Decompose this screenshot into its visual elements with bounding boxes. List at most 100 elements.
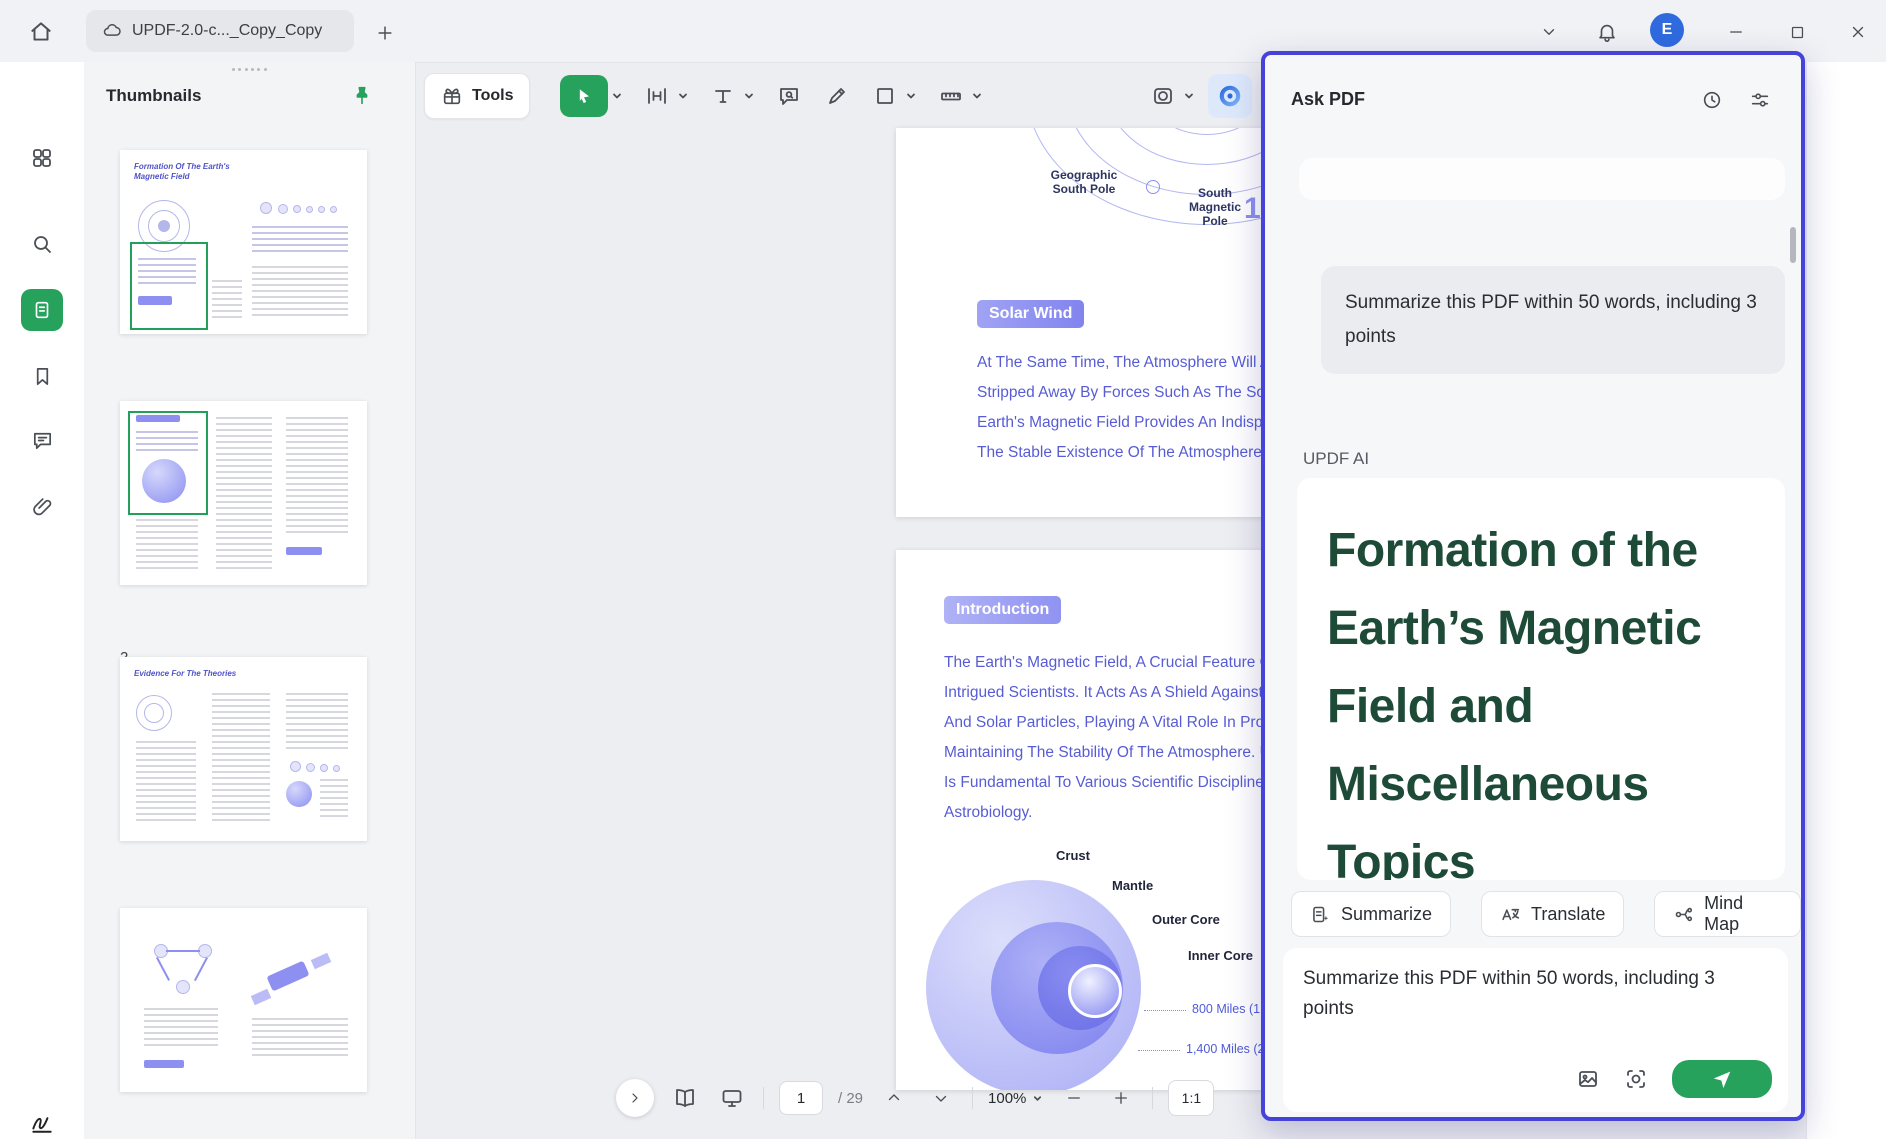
- toolbar: Tools: [424, 72, 1252, 120]
- previous-message-bubble: [1299, 158, 1785, 200]
- edit-text-dropdown[interactable]: [676, 89, 690, 103]
- zoom-in-button[interactable]: [1105, 1082, 1137, 1114]
- page-total-label: / 29: [838, 1090, 863, 1107]
- bottom-bar: / 29 100% 1:1: [616, 1076, 1214, 1120]
- expand-panel-button[interactable]: [616, 1079, 654, 1117]
- attach-image-button[interactable]: [1576, 1067, 1600, 1091]
- history-button[interactable]: [1697, 85, 1727, 115]
- comments-button[interactable]: [18, 416, 66, 464]
- highlight-tool-button[interactable]: [820, 79, 854, 113]
- signature-button[interactable]: [18, 1098, 66, 1139]
- add-text-dropdown[interactable]: [742, 89, 756, 103]
- ai-response-card: Formation of the Earth’s Magnetic Field …: [1297, 478, 1785, 880]
- bookmarks-button[interactable]: [18, 352, 66, 400]
- edit-text-tool-button[interactable]: [640, 79, 674, 113]
- input-actions: [1576, 1060, 1772, 1098]
- ask-input[interactable]: Summarize this PDF within 50 words, incl…: [1303, 964, 1768, 1024]
- previous-page-button[interactable]: [878, 1082, 910, 1114]
- page1-body-line: At The Same Time, The Atmosphere Will Al…: [977, 354, 1281, 372]
- mind-map-chip[interactable]: Mind Map: [1654, 891, 1801, 937]
- page1-body-line: Stripped Away By Forces Such As The Sola: [977, 384, 1277, 402]
- new-tab-button[interactable]: [372, 20, 398, 46]
- minimize-button[interactable]: [1720, 16, 1752, 48]
- send-button[interactable]: [1672, 1060, 1772, 1098]
- actual-size-button[interactable]: 1:1: [1168, 1080, 1214, 1116]
- ai-assistant-button[interactable]: [1208, 74, 1252, 118]
- thumbnail-page-3[interactable]: Evidence For The Theories: [120, 657, 367, 841]
- page-number-input[interactable]: [779, 1081, 823, 1115]
- thumbnail-page-4[interactable]: [120, 908, 367, 1092]
- mantle-label: Mantle: [1112, 878, 1153, 893]
- translate-icon: [1500, 904, 1521, 925]
- settings-button[interactable]: [1745, 85, 1775, 115]
- ai-sender-label: UPDF AI: [1303, 449, 1369, 469]
- zoom-out-button[interactable]: [1058, 1082, 1090, 1114]
- chevron-down-icon: [932, 1089, 950, 1107]
- thumbnail-page-2[interactable]: [120, 401, 367, 585]
- maximize-button[interactable]: [1781, 16, 1813, 48]
- thumbnail-page-1[interactable]: Formation Of The Earth's Magnetic Field: [120, 150, 367, 334]
- next-page-button[interactable]: [925, 1082, 957, 1114]
- presentation-button[interactable]: [716, 1082, 748, 1114]
- panel-drag-handle[interactable]: [232, 68, 268, 78]
- geographic-south-pole-label: Geographic South Pole: [1036, 168, 1132, 196]
- snapshot-dropdown[interactable]: [1182, 89, 1196, 103]
- all-tools-button[interactable]: [18, 134, 66, 182]
- thumbnail-1-title: Formation Of The Earth's Magnetic Field: [134, 162, 246, 182]
- zoom-level-label: 100%: [988, 1090, 1026, 1107]
- measure-label-2: 1,400 Miles (2: [1186, 1042, 1265, 1056]
- avatar-initial: E: [1662, 21, 1673, 39]
- shapes-dropdown[interactable]: [904, 89, 918, 103]
- comment-tool-button[interactable]: [772, 79, 806, 113]
- measure-label-1: 800 Miles (1,3: [1192, 1002, 1271, 1016]
- updf-app-window: UPDF-2.0-c..._Copy_Copy E: [0, 0, 1886, 1139]
- open-book-icon: [673, 1086, 697, 1110]
- search-button[interactable]: [18, 220, 66, 268]
- attachments-button[interactable]: [18, 483, 66, 531]
- zoom-level-dropdown[interactable]: 100%: [988, 1090, 1043, 1107]
- toolbox-icon: [441, 85, 463, 107]
- ruler-icon: [939, 84, 963, 108]
- shapes-tool-button[interactable]: [868, 79, 902, 113]
- pole-marker: [1146, 180, 1160, 194]
- avatar[interactable]: E: [1650, 13, 1684, 47]
- pin-panel-button[interactable]: [346, 80, 378, 112]
- summarize-chip-label: Summarize: [1341, 904, 1432, 925]
- thumbnail-3-title: Evidence For The Theories: [134, 669, 274, 679]
- thumbnails-panel: Thumbnails Formation Of The Earth's Magn…: [84, 62, 416, 1139]
- maximize-icon: [1789, 24, 1806, 41]
- snapshot-tool-button[interactable]: [1146, 79, 1180, 113]
- tabs-dropdown-button[interactable]: [1533, 16, 1565, 48]
- ask-pdf-title: Ask PDF: [1291, 89, 1365, 110]
- search-icon: [30, 232, 54, 256]
- thumbnails-panel-button[interactable]: [21, 289, 63, 331]
- home-icon: [28, 19, 54, 45]
- document-tab[interactable]: UPDF-2.0-c..._Copy_Copy: [86, 10, 354, 52]
- add-text-tool-button[interactable]: [706, 79, 740, 113]
- home-button[interactable]: [24, 15, 58, 49]
- select-tool-dropdown[interactable]: [610, 89, 624, 103]
- translate-chip-label: Translate: [1531, 904, 1605, 925]
- screenshot-icon: [1624, 1067, 1648, 1091]
- tools-button[interactable]: Tools: [424, 73, 530, 119]
- translate-chip[interactable]: Translate: [1481, 891, 1624, 937]
- ask-input-card: Summarize this PDF within 50 words, incl…: [1283, 948, 1788, 1112]
- measure-dropdown[interactable]: [970, 89, 984, 103]
- rectangle-shape-icon: [873, 84, 897, 108]
- chevron-down-icon: [1032, 1093, 1043, 1104]
- page2-body-line: Intrigued Scientists. It Acts As A Shiel…: [944, 684, 1278, 702]
- earth-inner-core: [1068, 964, 1122, 1018]
- inner-core-label: Inner Core: [1188, 948, 1253, 963]
- chevron-down-icon: [1540, 23, 1558, 41]
- measure-tool-button[interactable]: [934, 79, 968, 113]
- reader-mode-button[interactable]: [669, 1082, 701, 1114]
- outer-core-label: Outer Core: [1152, 912, 1220, 927]
- cloud-icon: [102, 21, 122, 41]
- select-tool-button[interactable]: [560, 75, 608, 117]
- close-button[interactable]: [1842, 16, 1874, 48]
- notifications-button[interactable]: [1591, 16, 1623, 48]
- summarize-chip[interactable]: Summarize: [1291, 891, 1451, 937]
- chat-scrollbar[interactable]: [1790, 227, 1796, 263]
- screenshot-button[interactable]: [1624, 1067, 1648, 1091]
- history-clock-icon: [1701, 89, 1723, 111]
